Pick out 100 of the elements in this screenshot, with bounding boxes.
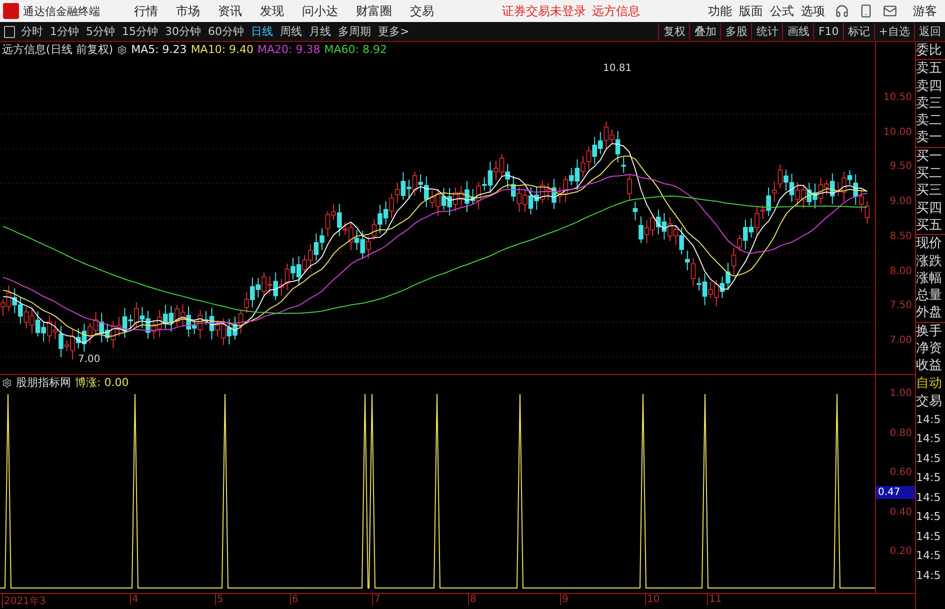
user-label[interactable]: 游客 bbox=[913, 2, 937, 20]
tool-button[interactable]: 统计 bbox=[751, 23, 782, 40]
quote-field-label: 净资 bbox=[916, 340, 943, 358]
period-tab[interactable]: 月线 bbox=[309, 24, 331, 39]
axis-tick-label: 10.50 bbox=[883, 92, 912, 103]
quote-field-label: 买四 bbox=[916, 200, 943, 217]
quote-field-label: 卖三 bbox=[916, 94, 943, 112]
trade-mode-label[interactable]: 自动 bbox=[916, 374, 945, 393]
trade-time: 14:5 bbox=[916, 470, 942, 486]
quote-field-label: 买五 bbox=[916, 216, 943, 234]
quote-field-label: 现价 bbox=[916, 234, 945, 253]
period-tab[interactable]: 1分钟 bbox=[50, 24, 79, 39]
quote-field-label: 涨幅 bbox=[916, 270, 943, 288]
quote-field-label: 外盘 bbox=[916, 304, 943, 322]
tool-button[interactable]: +自选 bbox=[874, 23, 914, 40]
tool-button[interactable]: 多股 bbox=[720, 23, 752, 40]
axis-tick-label: 0.20 bbox=[890, 546, 912, 558]
period-tab[interactable]: 5分钟 bbox=[86, 24, 115, 39]
chart-title: 远方信息(日线 前复权) bbox=[2, 42, 114, 57]
tool-button[interactable]: 叠加 bbox=[689, 23, 720, 40]
axis-tick-label: 7.00 bbox=[890, 334, 912, 346]
ma-legend: MA20: 9.38 bbox=[258, 43, 320, 56]
indicator-name: 股朋指标网 bbox=[16, 375, 71, 390]
period-tab[interactable]: 日线 bbox=[251, 24, 273, 39]
settings-icon[interactable] bbox=[2, 378, 12, 388]
settings-icon[interactable] bbox=[117, 44, 128, 54]
axis-tick-label: 8.00 bbox=[890, 266, 912, 277]
trade-time: 14:5 bbox=[916, 528, 942, 545]
quote-field-label: 卖二 bbox=[916, 112, 943, 130]
menu-item[interactable]: 功能 bbox=[708, 2, 732, 20]
trade-time: 14:5 bbox=[916, 431, 942, 448]
tool-button[interactable]: 复权 bbox=[658, 23, 690, 40]
axis-tick-label: 9.00 bbox=[890, 196, 912, 208]
notice-link[interactable]: 远方信息 bbox=[592, 2, 640, 20]
menu-item[interactable]: 选项 bbox=[801, 2, 825, 20]
menu-item[interactable]: 市场 bbox=[176, 2, 200, 20]
period-tab[interactable]: 多周期 bbox=[338, 24, 371, 39]
quote-field-label: 买一 bbox=[916, 146, 945, 166]
quote-field-label: 买二 bbox=[916, 165, 943, 182]
period-tab[interactable]: 15分钟 bbox=[122, 24, 158, 39]
trade-time: 14:5 bbox=[916, 509, 942, 526]
ma-legend: MA10: 9.40 bbox=[190, 43, 254, 56]
quote-field-label: 委比 bbox=[916, 42, 943, 60]
low-price-label: 7.00 bbox=[78, 354, 100, 365]
menu-item[interactable]: 公式 bbox=[770, 2, 794, 20]
date-axis-label: 2021年3 bbox=[2, 594, 46, 608]
menu-item[interactable]: 财富圈 bbox=[356, 2, 392, 20]
date-axis-label: 10 bbox=[645, 594, 660, 605]
period-tab[interactable]: 更多> bbox=[378, 24, 410, 39]
date-axis-label: 8 bbox=[468, 594, 476, 605]
date-axis-label: 11 bbox=[707, 594, 722, 605]
trade-title: 交易 bbox=[916, 392, 943, 410]
period-tab[interactable]: 分时 bbox=[21, 24, 43, 39]
date-axis-label: 6 bbox=[290, 594, 298, 605]
date-axis-label: 7 bbox=[372, 594, 380, 605]
menu-item[interactable]: 行情 bbox=[134, 2, 158, 20]
trade-time: 14:5 bbox=[916, 568, 942, 584]
quote-field-label: 卖一 bbox=[916, 129, 943, 147]
quote-field-label: 总量 bbox=[916, 287, 943, 304]
menu-item[interactable]: 问小达 bbox=[302, 2, 338, 20]
axis-tick-label: 0.60 bbox=[890, 467, 912, 478]
quote-field-label: 涨跌 bbox=[916, 252, 943, 270]
ma-legend: MA60: 8.92 bbox=[324, 43, 387, 56]
menu-item[interactable]: 版面 bbox=[739, 2, 763, 20]
trade-time: 14:5 bbox=[916, 548, 942, 564]
axis-tick-label: 7.50 bbox=[890, 300, 912, 312]
period-tab[interactable]: 周线 bbox=[280, 24, 302, 39]
date-axis-label: 4 bbox=[130, 594, 138, 605]
panel-toggle-icon[interactable] bbox=[4, 26, 15, 38]
date-axis-label: 9 bbox=[560, 594, 568, 605]
app-logo-icon bbox=[3, 3, 19, 19]
quote-field-label: 换手 bbox=[916, 322, 945, 340]
quote-field-label: 卖四 bbox=[916, 78, 943, 95]
headset-icon[interactable] bbox=[835, 4, 849, 18]
quote-field-label: 卖五 bbox=[916, 59, 945, 78]
quote-field-label: 收益 bbox=[916, 357, 943, 375]
period-tab[interactable]: 30分钟 bbox=[165, 24, 201, 39]
menu-item[interactable]: 交易 bbox=[410, 2, 434, 20]
tool-button[interactable]: F10 bbox=[813, 23, 843, 40]
axis-tick-label: 9.50 bbox=[890, 161, 912, 172]
notice-link[interactable]: 证券交易未登录 bbox=[502, 2, 586, 20]
trade-time: 14:5 bbox=[916, 450, 942, 467]
menu-item[interactable]: 发现 bbox=[260, 2, 284, 20]
app-title: 通达信金融终端 bbox=[23, 4, 100, 18]
tool-button[interactable]: 画线 bbox=[782, 23, 814, 40]
menu-item[interactable]: 资讯 bbox=[218, 2, 242, 20]
trade-time: 14:5 bbox=[916, 412, 942, 428]
phone-icon[interactable] bbox=[859, 4, 873, 18]
axis-tick-label: 0.80 bbox=[890, 428, 912, 439]
ma-legend: MA5: 9.23 bbox=[131, 43, 187, 56]
period-tab[interactable]: 60分钟 bbox=[208, 24, 244, 39]
axis-tick-label: 8.50 bbox=[890, 230, 912, 242]
tool-button[interactable]: 标记 bbox=[842, 23, 874, 40]
tool-button[interactable]: 返回 bbox=[914, 23, 945, 40]
axis-tick-label: 1.00 bbox=[890, 388, 912, 399]
date-axis-label: 5 bbox=[215, 594, 224, 605]
mail-icon[interactable] bbox=[883, 4, 897, 18]
quote-field-label: 买三 bbox=[916, 182, 943, 200]
trade-time: 14:5 bbox=[916, 490, 942, 506]
indicator-value: 博涨: 0.00 bbox=[75, 375, 129, 390]
